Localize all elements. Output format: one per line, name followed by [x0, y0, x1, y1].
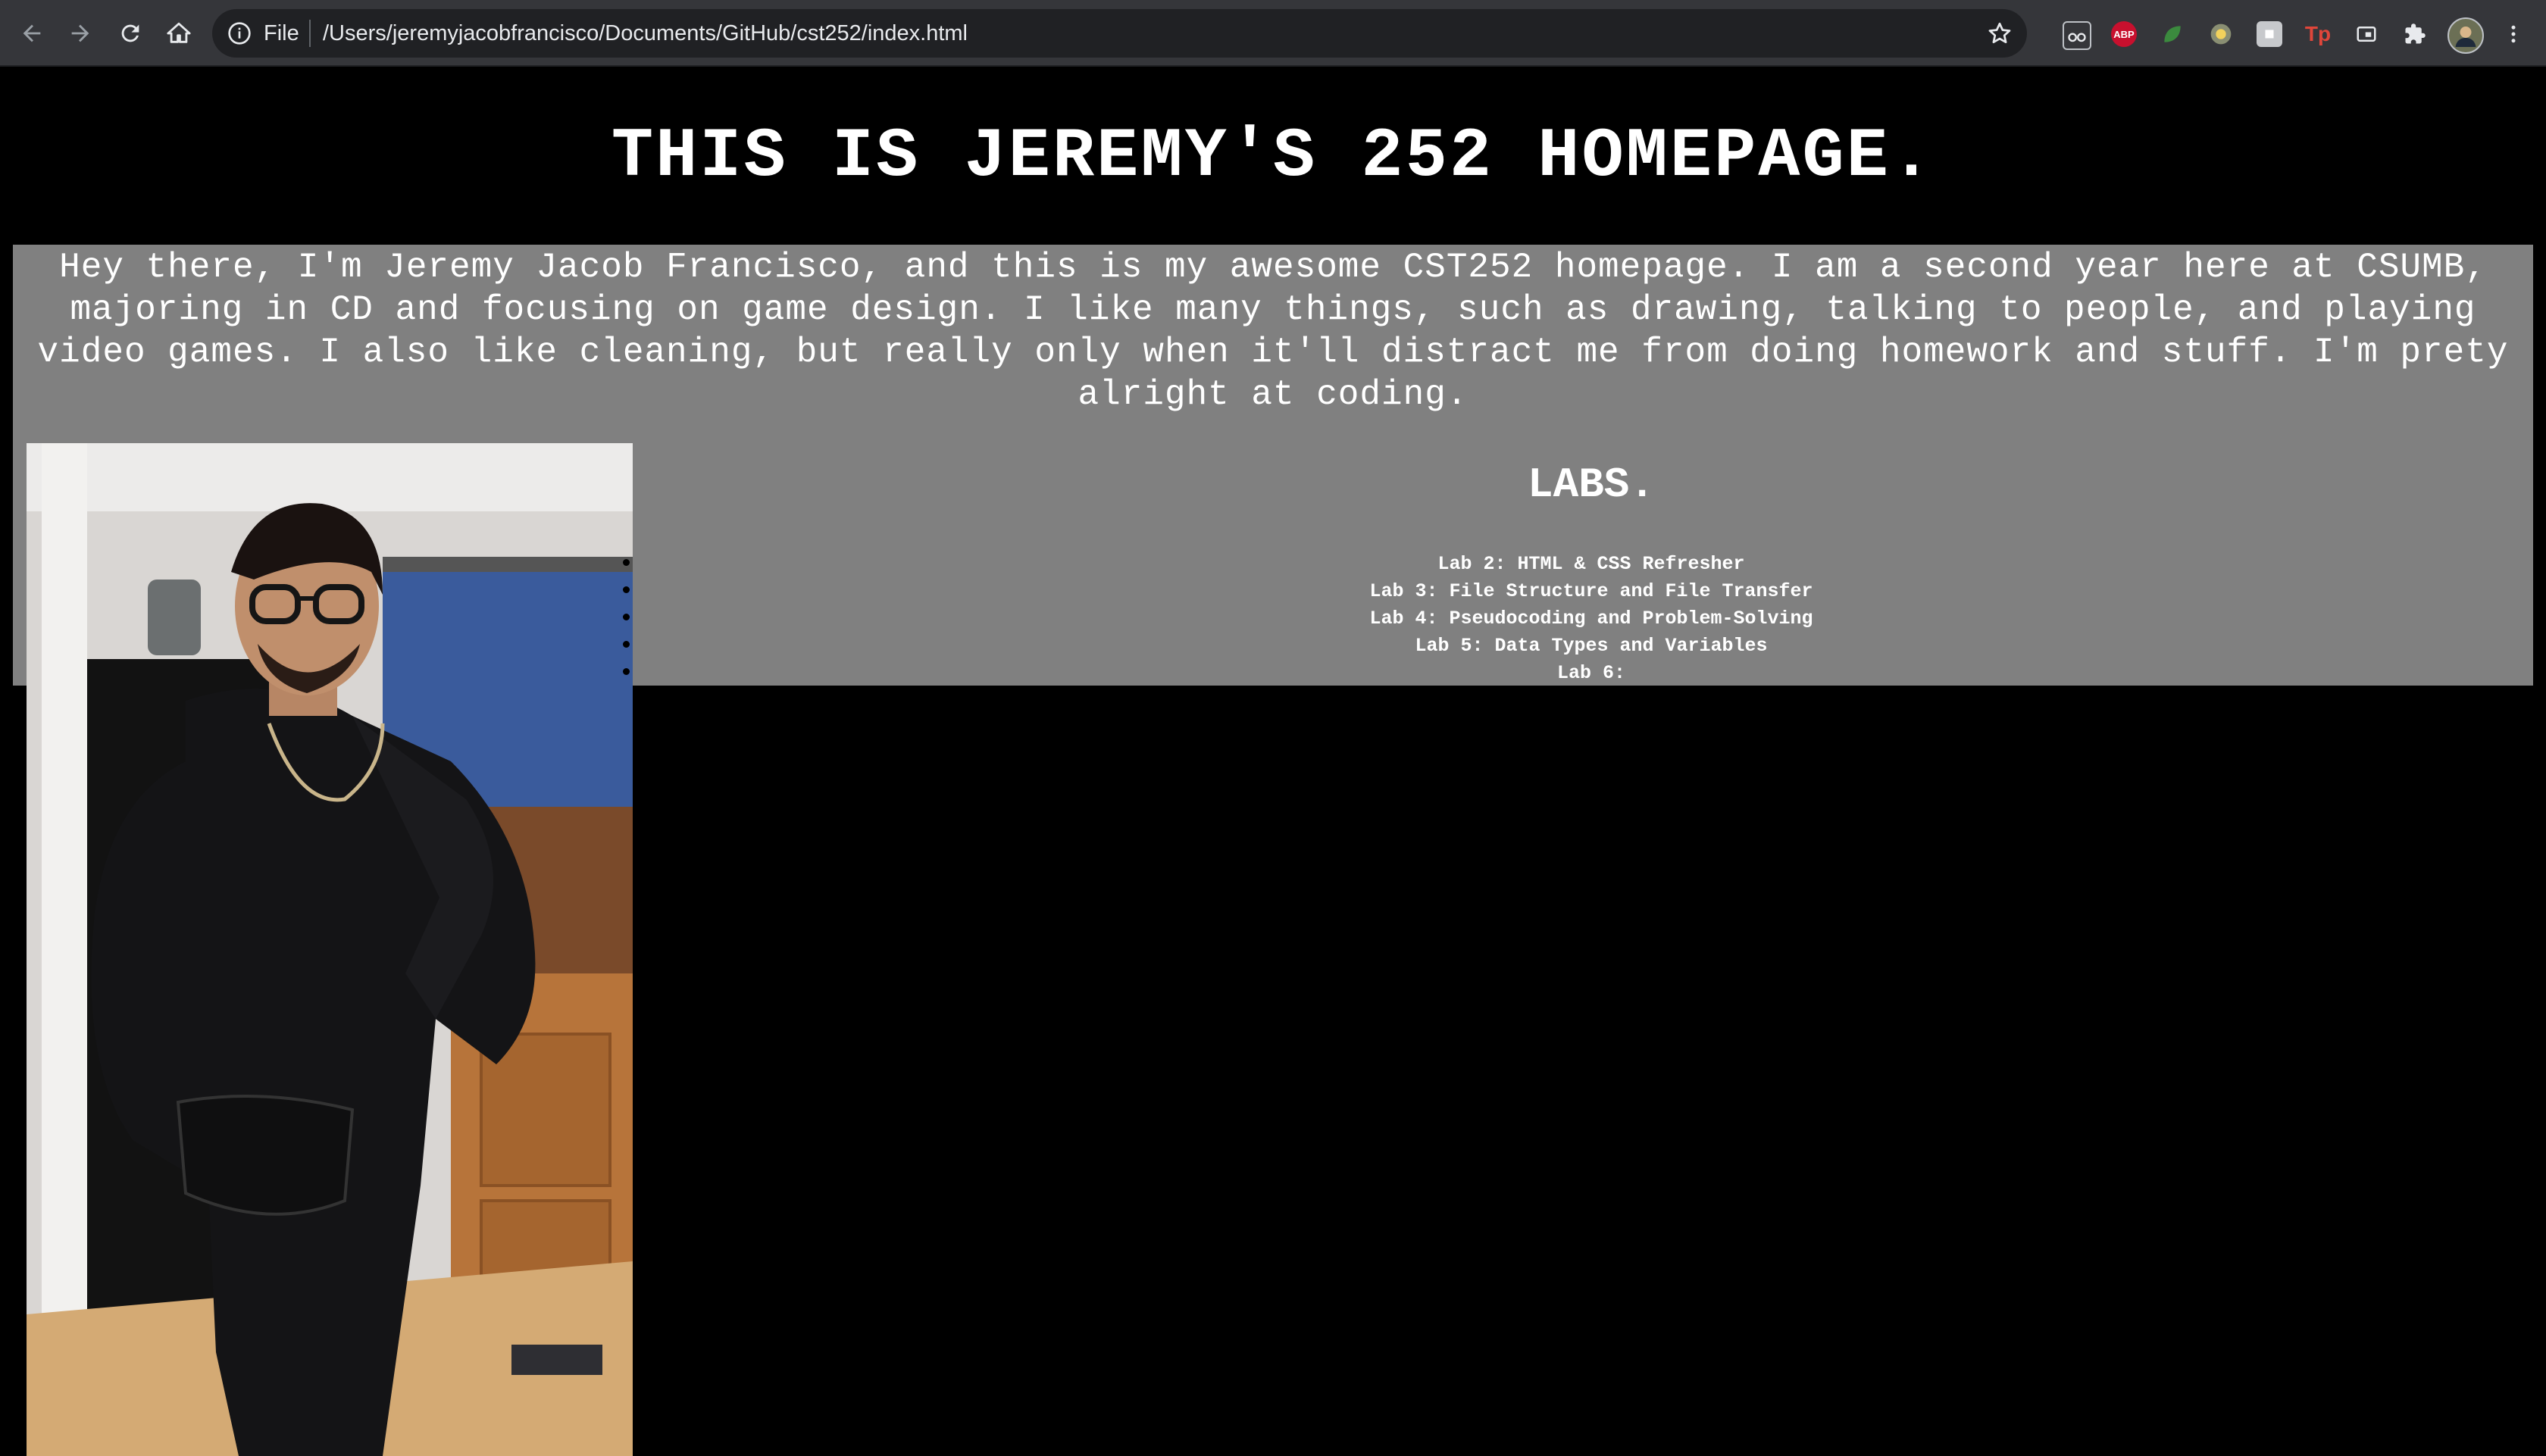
back-arrow-icon: [23, 24, 41, 42]
home-button[interactable]: [162, 17, 195, 50]
home-icon: [167, 22, 191, 43]
labs-list: Lab 2: HTML & CSS Refresher Lab 3: File …: [636, 551, 2546, 687]
cast-icon[interactable]: [2354, 21, 2379, 47]
intro-paragraph: Hey there, I'm Jeremy Jacob Francisco, a…: [13, 245, 2533, 416]
labs-heading: LABS.: [1527, 461, 1656, 509]
omnibox-divider: [309, 20, 311, 47]
extensions-puzzle-icon[interactable]: [2402, 21, 2428, 47]
profile-photo: [27, 443, 633, 1456]
list-bullet: [623, 668, 630, 675]
profile-avatar-icon[interactable]: [2447, 17, 2484, 54]
lab-link-4[interactable]: Lab 4: Pseudocoding and Problem-Solving: [636, 605, 2546, 633]
forward-button[interactable]: [64, 17, 97, 50]
reload-button[interactable]: [114, 17, 147, 50]
lab-link-6[interactable]: Lab 6:: [636, 660, 2546, 687]
lab-link-5[interactable]: Lab 5: Data Types and Variables: [636, 633, 2546, 660]
menu-kebab-icon[interactable]: [2501, 21, 2526, 47]
back-button[interactable]: [15, 17, 48, 50]
forward-arrow-icon: [71, 24, 89, 42]
lab-link-3[interactable]: Lab 3: File Structure and File Transfer: [636, 578, 2546, 605]
list-bullet: [623, 586, 630, 593]
adblock-plus-icon[interactable]: ABP: [2111, 21, 2137, 47]
url-scheme-label: File: [264, 21, 299, 45]
reading-glasses-icon[interactable]: [2063, 21, 2091, 50]
tp-icon[interactable]: Tp: [2305, 21, 2331, 47]
bookmark-star-icon[interactable]: [1986, 20, 2013, 47]
info-icon[interactable]: [227, 21, 252, 45]
grey-puzzle-tile-icon[interactable]: [2257, 21, 2282, 47]
green-leaf-icon[interactable]: [2160, 21, 2185, 47]
lab-link-2[interactable]: Lab 2: HTML & CSS Refresher: [636, 551, 2546, 578]
list-bullet: [623, 614, 630, 620]
list-bullet: [623, 559, 630, 566]
list-bullet: [623, 641, 630, 648]
browser-toolbar: File /Users/jeremyjacobfrancisco/Documen…: [0, 0, 2546, 67]
url-text[interactable]: /Users/jeremyjacobfrancisco/Documents/Gi…: [323, 9, 968, 58]
page-title: THIS IS JEREMY'S 252 HOMEPAGE.: [611, 117, 1935, 196]
intro-line: Hey there, I'm Jeremy Jacob Francisco, a…: [59, 248, 2487, 287]
yellow-circle-icon[interactable]: [2208, 21, 2234, 47]
labs-bullets: [623, 559, 632, 695]
intro-line: alright at coding.: [1078, 375, 1468, 414]
reload-icon: [121, 24, 139, 42]
intro-line: video games. I also like cleaning, but r…: [37, 333, 2509, 372]
address-bar[interactable]: File /Users/jeremyjacobfrancisco/Documen…: [212, 9, 2027, 58]
intro-line: majoring in CD and focusing on game desi…: [70, 290, 2476, 330]
